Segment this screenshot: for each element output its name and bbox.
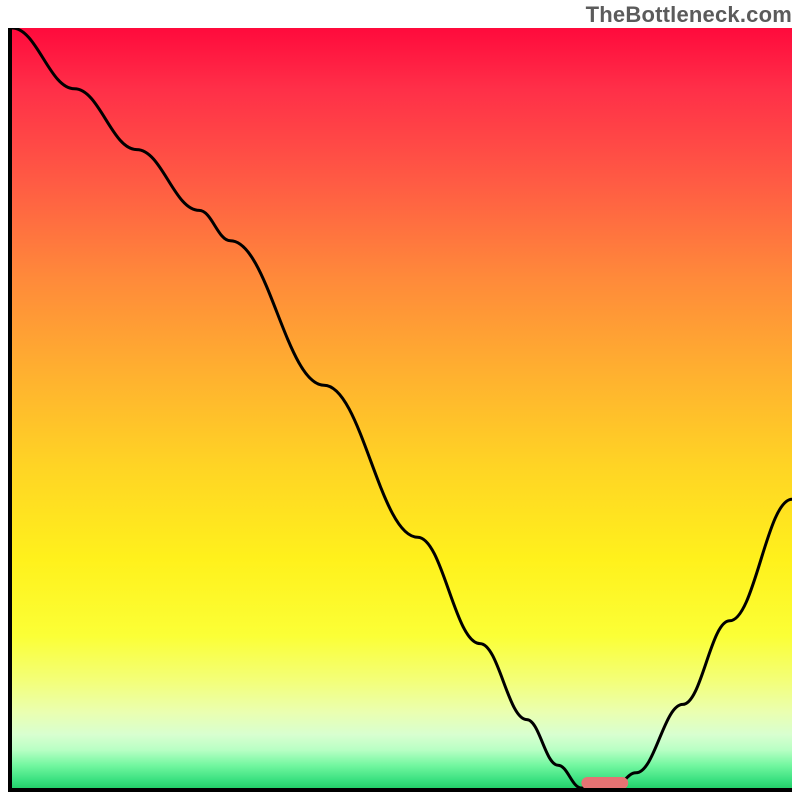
bottleneck-curve bbox=[12, 28, 792, 788]
overlay-svg bbox=[12, 28, 792, 788]
optimal-marker bbox=[581, 777, 628, 788]
plot-area bbox=[8, 28, 792, 792]
chart-container: TheBottleneck.com bbox=[0, 0, 800, 800]
watermark-text: TheBottleneck.com bbox=[586, 2, 792, 28]
